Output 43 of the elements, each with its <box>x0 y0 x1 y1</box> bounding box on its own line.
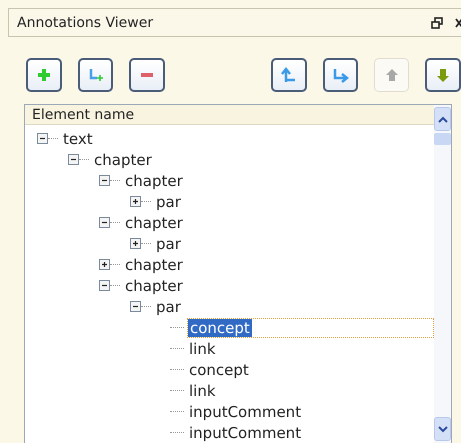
expand-toggle[interactable] <box>130 238 141 249</box>
window-title: Annotations Viewer <box>17 14 154 30</box>
scrollbar[interactable] <box>434 105 451 443</box>
collapse-toggle[interactable] <box>99 217 110 228</box>
collapse-toggle[interactable] <box>130 301 141 312</box>
expand-toggle[interactable] <box>130 196 141 207</box>
tree-item[interactable]: chapter <box>92 150 154 168</box>
tree-item[interactable]: link <box>187 382 218 400</box>
toolbar-button[interactable] <box>78 58 114 92</box>
tree-item[interactable]: inputComment <box>187 402 304 420</box>
scroll-up-button[interactable] <box>434 107 451 131</box>
tree-item[interactable]: chapter <box>123 214 185 232</box>
toolbar-button[interactable] <box>270 58 306 92</box>
tree-item[interactable]: inputComment <box>187 424 304 442</box>
tree-item[interactable]: chapter <box>123 276 185 294</box>
collapse-toggle[interactable] <box>68 154 79 165</box>
column-header[interactable]: Element name <box>25 105 434 125</box>
restore-icon[interactable] <box>431 16 443 28</box>
tree-item[interactable]: text <box>61 130 95 148</box>
up-arrow-icon <box>280 66 298 84</box>
chevron-down-icon <box>438 426 448 432</box>
tree-item[interactable]: concept <box>187 360 251 378</box>
scroll-down-button[interactable] <box>434 417 451 441</box>
tree-item[interactable]: par <box>154 234 183 252</box>
collapse-toggle[interactable] <box>99 280 110 291</box>
collapse-toggle[interactable] <box>99 175 110 186</box>
toolbar-button[interactable] <box>322 58 358 92</box>
toolbar-button[interactable] <box>425 58 461 92</box>
expand-toggle[interactable] <box>99 259 110 270</box>
tree-item[interactable]: concept <box>188 318 252 336</box>
right-arrow-icon <box>331 66 350 84</box>
toolbar-button[interactable] <box>26 58 62 92</box>
tree-item[interactable]: chapter <box>123 256 185 274</box>
minus-icon <box>140 73 153 77</box>
collapse-toggle[interactable] <box>37 133 48 144</box>
scroll-thumb[interactable] <box>434 133 451 145</box>
tree-item[interactable]: chapter <box>123 172 185 190</box>
toolbar-button[interactable] <box>129 58 165 92</box>
tree-item[interactable]: link <box>187 340 218 358</box>
chevron-up-icon <box>438 116 448 122</box>
tree-item[interactable]: par <box>154 298 183 316</box>
close-icon[interactable] <box>455 16 461 28</box>
tree-item[interactable]: par <box>154 192 183 210</box>
